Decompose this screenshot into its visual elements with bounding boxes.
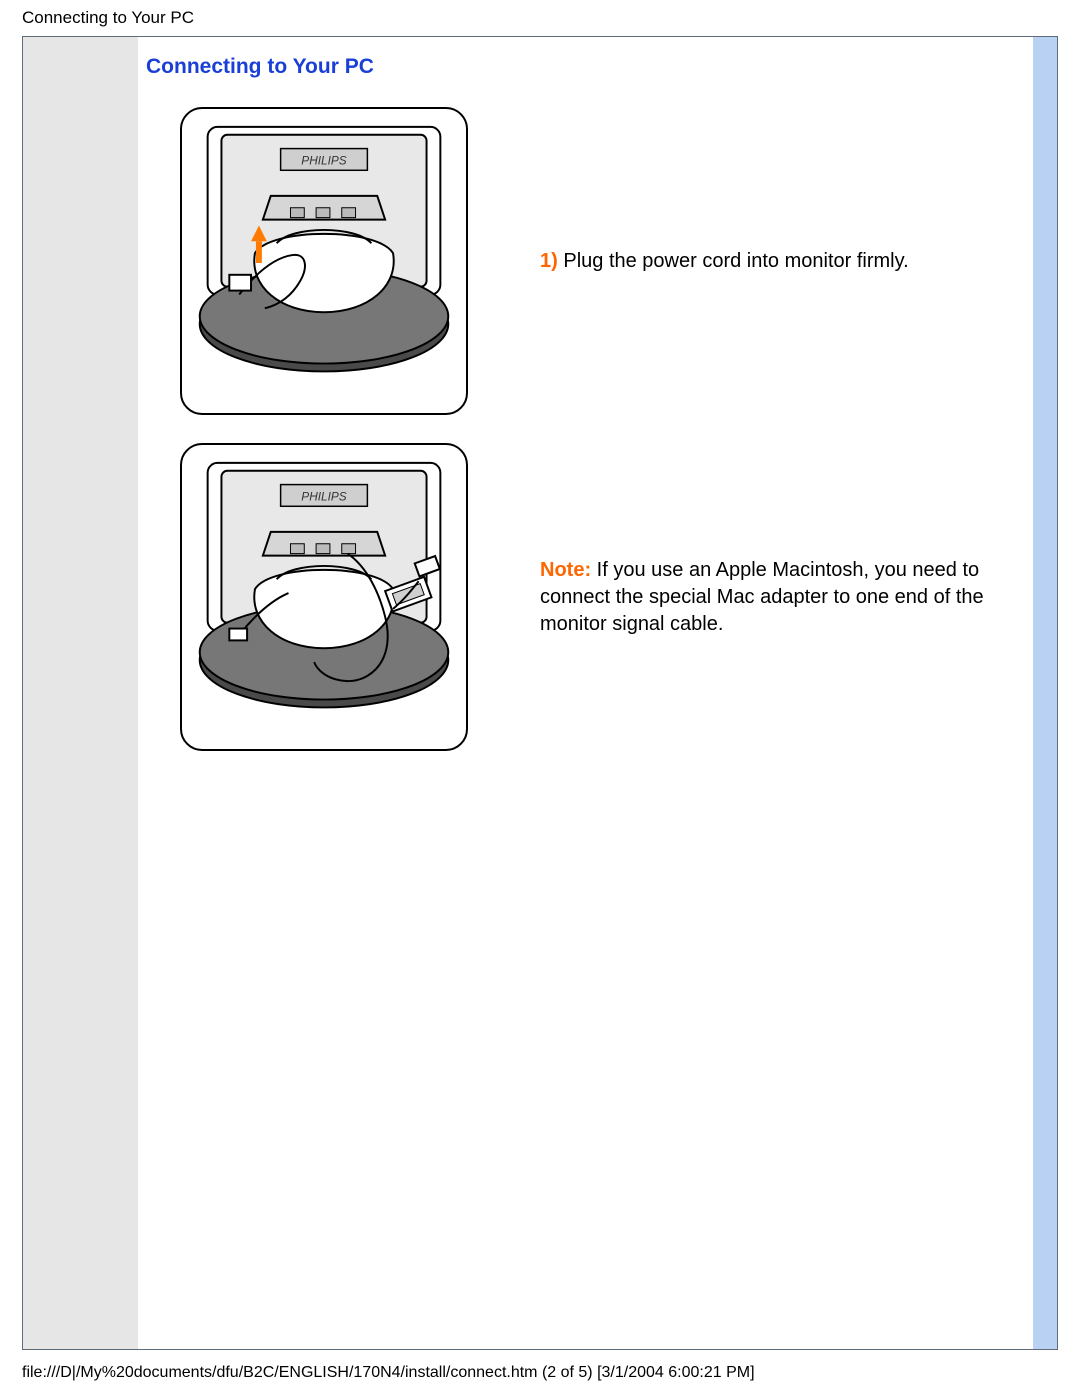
step-row: PHILIPS xyxy=(146,107,1001,415)
page-root: Connecting to Your PC Connecting to Your… xyxy=(0,0,1080,1382)
monitor-power-cord-illustration: PHILIPS xyxy=(180,107,468,415)
breadcrumb: Connecting to Your PC xyxy=(0,0,1080,36)
step-text: 1) Plug the power cord into monitor firm… xyxy=(496,248,1001,275)
svg-text:PHILIPS: PHILIPS xyxy=(301,153,346,167)
note-body-text: If you use an Apple Macintosh, you need … xyxy=(540,559,984,635)
step-text: Note: If you use an Apple Macintosh, you… xyxy=(496,557,1001,638)
illustration-column: PHILIPS xyxy=(146,443,496,751)
svg-text:PHILIPS: PHILIPS xyxy=(301,489,346,503)
step-row: PHILIPS xyxy=(146,443,1001,751)
note-label: Note: xyxy=(540,559,591,581)
scrollbar-track[interactable] xyxy=(1033,37,1057,1349)
left-gutter xyxy=(23,37,138,1349)
step-number-label: 1) xyxy=(540,250,558,272)
content-area: Connecting to Your PC PHILIPS xyxy=(138,37,1033,1349)
monitor-mac-adapter-illustration: PHILIPS xyxy=(180,443,468,751)
step-body-text: Plug the power cord into monitor firmly. xyxy=(558,250,909,272)
illustration-column: PHILIPS xyxy=(146,107,496,415)
content-frame: Connecting to Your PC PHILIPS xyxy=(22,36,1058,1350)
footer-path: file:///D|/My%20documents/dfu/B2C/ENGLIS… xyxy=(0,1350,1080,1382)
section-heading: Connecting to Your PC xyxy=(146,55,1001,79)
